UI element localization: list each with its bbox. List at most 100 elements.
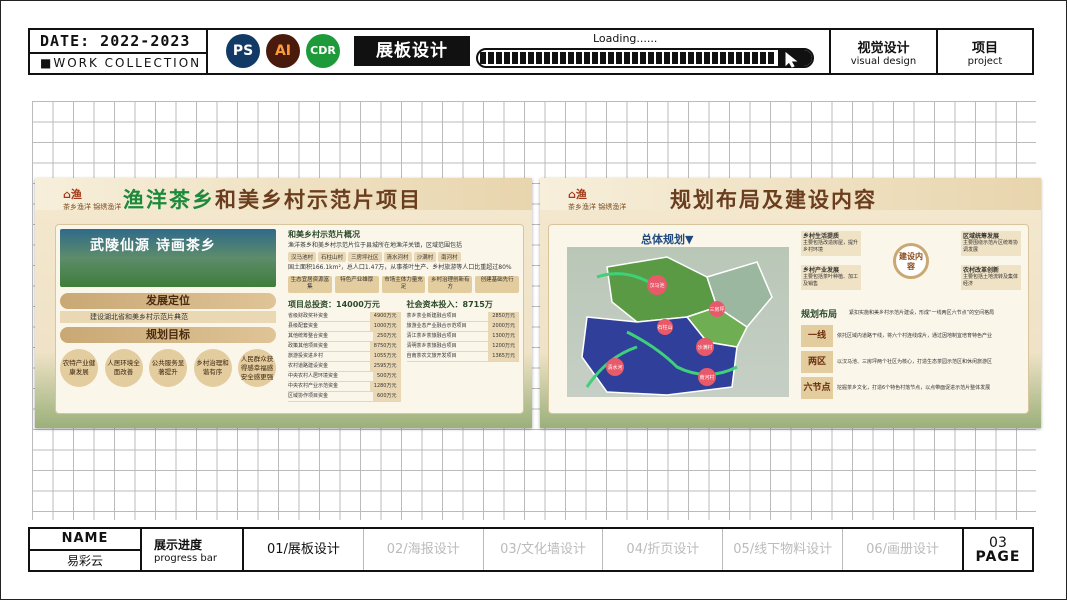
goals-title: 规划目标 xyxy=(60,327,276,343)
progress-segment xyxy=(768,52,774,64)
row-label: 中央农村产业示范资金 xyxy=(288,383,339,389)
step-brochure-design[interactable]: 04/折页设计 xyxy=(603,529,724,570)
row-value: 1300万元 xyxy=(488,332,519,341)
row-label: 政策其他项目资金 xyxy=(288,343,329,349)
progress-segment xyxy=(704,52,710,64)
layout-key: 两区 xyxy=(801,351,833,373)
goal-item: 农特产业健康发展 xyxy=(60,349,98,387)
progress-segment xyxy=(728,52,734,64)
row-label: 农村道路建设资金 xyxy=(288,363,329,369)
goal-item: 人民群众获得感幸福感安全感更强 xyxy=(238,349,276,387)
project-cell: 项目 project xyxy=(938,30,1032,73)
card-title: 农村改革创新 xyxy=(963,267,1000,274)
photoshop-icon: PS xyxy=(226,34,260,68)
page-number: 03 xyxy=(989,534,1007,551)
card-text: 主要围绕示范片区统筹协调发展 xyxy=(963,240,1019,253)
layout-title: 规划布局 xyxy=(801,310,838,320)
village-tag: 清水河村 xyxy=(383,252,412,262)
board-panel: 武陵仙源 诗画茶乡 发展定位 建设湖北省和美乡村示范片典范 规划目标 农特产业健… xyxy=(55,224,524,414)
row-label: 其他统筹整合资金 xyxy=(288,333,329,339)
board-panel: 总体规划▼ 汉马池 三房坪 石柱山 沙满村 清水河 南河村 乡村生活提质 主要包… xyxy=(548,224,1029,414)
progress-segment xyxy=(648,52,654,64)
board-planning-layout: ⌂渔 茶乡渔洋 锦绣渔洋 规划布局及建设内容 总体规划▼ 汉马池 三房坪 石柱山… xyxy=(540,178,1041,428)
row-label: 自南茶农文旅开发项目 xyxy=(406,353,457,359)
progress-segment xyxy=(568,52,574,64)
progress-segment xyxy=(512,52,518,64)
layout-desc: 以汉马池、三房坪两个社区为核心，打造生态茶园示范区和休闲旅游区 xyxy=(837,358,993,365)
card-text: 主要包括土地流转及集体经济 xyxy=(963,274,1019,287)
board-logo: ⌂渔 茶乡渔洋 锦绣渔洋 xyxy=(63,186,121,212)
table-row: 区域协作项目资金 600万元 xyxy=(288,392,401,402)
header-bar: DATE: 2022-2023 ■WORK COLLECTION PS AI C… xyxy=(28,28,1034,75)
board-title: 渔洋茶乡和美乡村示范片项目 xyxy=(123,184,422,214)
row-label: 区域协作项目资金 xyxy=(288,393,329,399)
row-value: 1000万元 xyxy=(369,322,401,331)
investment-tables: 项目总投资：14000万元 省级财政奖补资金 4900万元 县级配套资金 1000万元… xyxy=(288,297,519,402)
row-label: 茶乡茶业新建融合项目 xyxy=(406,313,457,319)
row-value: 8750万元 xyxy=(369,342,401,351)
step-culture-wall-design[interactable]: 03/文化墙设计 xyxy=(484,529,604,570)
progress-segment xyxy=(496,52,502,64)
progress-segment xyxy=(736,52,742,64)
row-value: 1365万元 xyxy=(488,352,519,361)
progress-segment xyxy=(688,52,694,64)
progress-segment xyxy=(600,52,606,64)
author-name: 易彩云 xyxy=(66,554,103,568)
layout-desc: 挖掘茶乡文化，打造6个特色村落节点，以点带面促进示范片整体发展 xyxy=(837,384,991,391)
progress-segment xyxy=(584,52,590,64)
map-svg: 汉马池 三房坪 石柱山 沙满村 清水河 南河村 xyxy=(581,256,773,396)
step-poster-design[interactable]: 02/海报设计 xyxy=(364,529,484,570)
table-row: 中央农村产业示范资金 1280万元 xyxy=(288,382,401,392)
illustrator-icon: AI xyxy=(266,34,300,68)
village-tag: 南河村 xyxy=(438,252,461,262)
project-en: project xyxy=(967,55,1003,67)
progress-segment xyxy=(720,52,726,64)
table-row: 自南茶农文旅开发项目 1365万元 xyxy=(406,352,519,362)
overview-column: 和美乡村示范片概况 渔洋茶乡和美乡村示范片位于县城所在地渔洋关镇，区域范围包括 … xyxy=(288,227,519,409)
coreldraw-icon: CDR xyxy=(306,34,340,68)
area-text: 国土面积166.1km²，总人口1.47万，从事茶叶生产、乡村旅游等人口比重超过… xyxy=(288,264,512,271)
content-card: 乡村产业发展 主要包括茶叶种植、加工及销售 xyxy=(801,265,861,290)
map-title: 总体规划▼ xyxy=(641,233,694,246)
layout-row: 两区 以汉马池、三房坪两个社区为核心，打造生态茶园示范区和休闲旅游区 xyxy=(801,351,1024,373)
investment-table: 项目总投资：14000万元 省级财政奖补资金 4900万元 县级配套资金 1000万元… xyxy=(288,297,401,402)
table-row: 旅游投资进乡村 1055万元 xyxy=(288,352,401,362)
progress-en: progress bar xyxy=(154,552,217,564)
row-value: 1200万元 xyxy=(488,342,519,351)
house-logo-icon: ⌂渔 xyxy=(568,188,587,201)
table-row: 省级财政奖补资金 4900万元 xyxy=(288,312,401,322)
social-capital-title: 社会资本投入：8715万 xyxy=(406,300,493,309)
layout-key: 六节点 xyxy=(801,377,833,399)
map-label: 清水河 xyxy=(607,364,622,371)
board-title: 规划布局及建设内容 xyxy=(670,187,877,212)
feature-chip: 乡村治理创新有方 xyxy=(428,276,473,293)
step-board-design[interactable]: 01/展板设计 xyxy=(244,529,364,570)
visual-design-cn: 视觉设计 xyxy=(857,40,910,56)
row-label: 省级财政奖补资金 xyxy=(288,313,329,319)
loading-progress-bar xyxy=(476,48,814,68)
step-offline-materials-design[interactable]: 05/线下物料设计 xyxy=(723,529,844,570)
row-value: 1055万元 xyxy=(369,352,401,361)
card-title: 乡村产业发展 xyxy=(803,267,840,274)
progress-segment xyxy=(760,52,766,64)
overview-title: 和美乡村示范片概况 xyxy=(288,230,360,239)
positioning-text: 建设湖北省和美乡村示范片典范 xyxy=(60,311,276,323)
hero-text: 武陵仙源 诗画茶乡 xyxy=(90,238,216,254)
progress-cn: 展示进度 xyxy=(154,537,203,552)
step-album-design[interactable]: 06/画册设计 xyxy=(843,529,964,570)
card-title: 乡村生活提质 xyxy=(803,233,840,240)
row-value: 600万元 xyxy=(372,392,401,401)
layout-row: 六节点 挖掘茶乡文化，打造6个特色村落节点，以点带面促进示范片整体发展 xyxy=(801,377,1024,399)
visual-design-cell: 视觉设计 visual design xyxy=(831,30,938,73)
progress-segment xyxy=(640,52,646,64)
table-row: 中央农村人居环境资金 500万元 xyxy=(288,372,401,382)
village-tag: 汉马池村 xyxy=(288,252,317,262)
row-value: 2000万元 xyxy=(488,322,519,331)
feature-chip: 生态宜居资源富集 xyxy=(288,276,332,293)
layout-key: 一线 xyxy=(801,325,833,347)
progress-segment xyxy=(552,52,558,64)
collection-text: ■WORK COLLECTION xyxy=(40,56,202,70)
hero-image: 武陵仙源 诗画茶乡 xyxy=(60,229,276,287)
card-text: 主要包括茶叶种植、加工及销售 xyxy=(803,274,859,287)
progress-segment xyxy=(520,52,526,64)
